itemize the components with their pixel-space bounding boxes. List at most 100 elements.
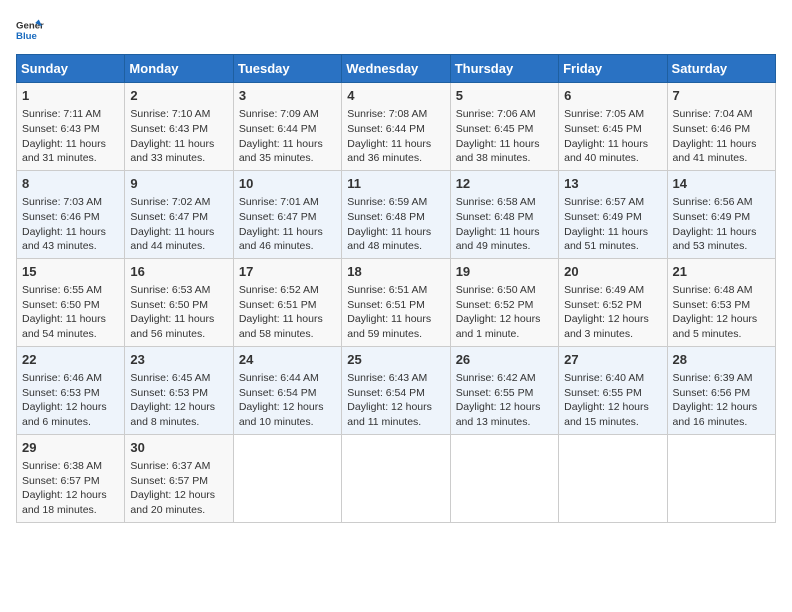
day-info: Sunset: 6:52 PM (456, 298, 553, 313)
calendar-cell: 13Sunrise: 6:57 AMSunset: 6:49 PMDayligh… (559, 170, 667, 258)
day-info: Daylight: 12 hours (130, 400, 227, 415)
day-number: 5 (456, 87, 553, 105)
day-info: Daylight: 11 hours (130, 312, 227, 327)
calendar-cell: 6Sunrise: 7:05 AMSunset: 6:45 PMDaylight… (559, 83, 667, 171)
day-info: and 43 minutes. (22, 239, 119, 254)
day-info: Sunrise: 7:01 AM (239, 195, 336, 210)
day-info: Sunrise: 6:48 AM (673, 283, 770, 298)
header-row: SundayMondayTuesdayWednesdayThursdayFrid… (17, 55, 776, 83)
day-number: 27 (564, 351, 661, 369)
day-info: Sunrise: 6:58 AM (456, 195, 553, 210)
svg-text:Blue: Blue (16, 31, 37, 42)
day-info: Daylight: 11 hours (347, 225, 444, 240)
week-row-1: 1Sunrise: 7:11 AMSunset: 6:43 PMDaylight… (17, 83, 776, 171)
day-info: Sunrise: 6:49 AM (564, 283, 661, 298)
day-info: Daylight: 11 hours (130, 225, 227, 240)
calendar-cell: 15Sunrise: 6:55 AMSunset: 6:50 PMDayligh… (17, 258, 125, 346)
day-info: Sunrise: 7:08 AM (347, 107, 444, 122)
day-header-monday: Monday (125, 55, 233, 83)
day-info: Daylight: 12 hours (564, 400, 661, 415)
calendar-cell: 9Sunrise: 7:02 AMSunset: 6:47 PMDaylight… (125, 170, 233, 258)
calendar-cell: 8Sunrise: 7:03 AMSunset: 6:46 PMDaylight… (17, 170, 125, 258)
calendar-cell (450, 434, 558, 522)
day-info: Sunrise: 7:11 AM (22, 107, 119, 122)
day-info: Sunrise: 6:38 AM (22, 459, 119, 474)
calendar-cell (233, 434, 341, 522)
day-info: Daylight: 11 hours (564, 137, 661, 152)
day-info: Daylight: 11 hours (22, 225, 119, 240)
day-info: and 41 minutes. (673, 151, 770, 166)
day-info: Sunset: 6:47 PM (130, 210, 227, 225)
day-info: Daylight: 11 hours (347, 137, 444, 152)
day-info: and 33 minutes. (130, 151, 227, 166)
day-info: Daylight: 12 hours (673, 400, 770, 415)
day-info: Sunset: 6:49 PM (564, 210, 661, 225)
day-info: and 20 minutes. (130, 503, 227, 518)
day-info: Sunrise: 7:02 AM (130, 195, 227, 210)
day-info: Sunrise: 6:51 AM (347, 283, 444, 298)
week-row-3: 15Sunrise: 6:55 AMSunset: 6:50 PMDayligh… (17, 258, 776, 346)
calendar-cell: 18Sunrise: 6:51 AMSunset: 6:51 PMDayligh… (342, 258, 450, 346)
day-info: Sunset: 6:54 PM (239, 386, 336, 401)
day-info: Sunrise: 6:40 AM (564, 371, 661, 386)
day-info: Daylight: 11 hours (239, 225, 336, 240)
day-info: Sunrise: 6:50 AM (456, 283, 553, 298)
day-info: Sunrise: 6:37 AM (130, 459, 227, 474)
day-number: 3 (239, 87, 336, 105)
day-number: 28 (673, 351, 770, 369)
day-number: 25 (347, 351, 444, 369)
day-info: and 44 minutes. (130, 239, 227, 254)
day-info: Daylight: 12 hours (239, 400, 336, 415)
day-info: Sunrise: 6:56 AM (673, 195, 770, 210)
day-info: Sunset: 6:46 PM (22, 210, 119, 225)
day-header-friday: Friday (559, 55, 667, 83)
day-info: Sunset: 6:55 PM (564, 386, 661, 401)
day-info: Sunrise: 6:52 AM (239, 283, 336, 298)
day-info: Daylight: 11 hours (22, 137, 119, 152)
day-info: Sunset: 6:43 PM (22, 122, 119, 137)
day-number: 2 (130, 87, 227, 105)
calendar-cell (559, 434, 667, 522)
day-info: Sunrise: 6:53 AM (130, 283, 227, 298)
day-number: 15 (22, 263, 119, 281)
day-info: Daylight: 11 hours (673, 225, 770, 240)
day-info: Sunrise: 6:55 AM (22, 283, 119, 298)
calendar-cell: 16Sunrise: 6:53 AMSunset: 6:50 PMDayligh… (125, 258, 233, 346)
day-info: and 54 minutes. (22, 327, 119, 342)
day-info: Sunrise: 7:06 AM (456, 107, 553, 122)
day-info: Sunrise: 7:05 AM (564, 107, 661, 122)
day-info: Daylight: 11 hours (673, 137, 770, 152)
calendar-cell: 27 Sunrise: 6:40 AMSunset: 6:55 PMDayligh… (559, 346, 667, 434)
calendar-cell: 26Sunrise: 6:42 AMSunset: 6:55 PMDayligh… (450, 346, 558, 434)
day-info: Sunset: 6:55 PM (456, 386, 553, 401)
week-row-2: 8Sunrise: 7:03 AMSunset: 6:46 PMDaylight… (17, 170, 776, 258)
calendar-cell: 4Sunrise: 7:08 AMSunset: 6:44 PMDaylight… (342, 83, 450, 171)
day-number: 29 (22, 439, 119, 457)
day-info: Sunset: 6:43 PM (130, 122, 227, 137)
day-info: and 5 minutes. (673, 327, 770, 342)
day-number: 13 (564, 175, 661, 193)
day-info: Daylight: 11 hours (130, 137, 227, 152)
calendar-cell: 12Sunrise: 6:58 AMSunset: 6:48 PMDayligh… (450, 170, 558, 258)
day-info: Sunset: 6:50 PM (130, 298, 227, 313)
day-number: 4 (347, 87, 444, 105)
day-info: and 31 minutes. (22, 151, 119, 166)
day-info: Sunrise: 6:42 AM (456, 371, 553, 386)
calendar-cell: 7Sunrise: 7:04 AMSunset: 6:46 PMDaylight… (667, 83, 775, 171)
calendar-cell: 20Sunrise: 6:49 AMSunset: 6:52 PMDayligh… (559, 258, 667, 346)
day-number: 23 (130, 351, 227, 369)
day-info: Sunrise: 6:46 AM (22, 371, 119, 386)
day-info: Daylight: 11 hours (239, 312, 336, 327)
day-info: Daylight: 11 hours (456, 225, 553, 240)
day-info: Daylight: 11 hours (239, 137, 336, 152)
day-info: Sunrise: 7:04 AM (673, 107, 770, 122)
day-info: Sunset: 6:51 PM (347, 298, 444, 313)
day-info: and 38 minutes. (456, 151, 553, 166)
day-info: Sunrise: 6:44 AM (239, 371, 336, 386)
day-info: Daylight: 12 hours (22, 488, 119, 503)
day-info: and 16 minutes. (673, 415, 770, 430)
calendar-cell: 17Sunrise: 6:52 AMSunset: 6:51 PMDayligh… (233, 258, 341, 346)
day-number: 17 (239, 263, 336, 281)
day-info: Sunrise: 7:10 AM (130, 107, 227, 122)
calendar-cell: 21Sunrise: 6:48 AMSunset: 6:53 PMDayligh… (667, 258, 775, 346)
